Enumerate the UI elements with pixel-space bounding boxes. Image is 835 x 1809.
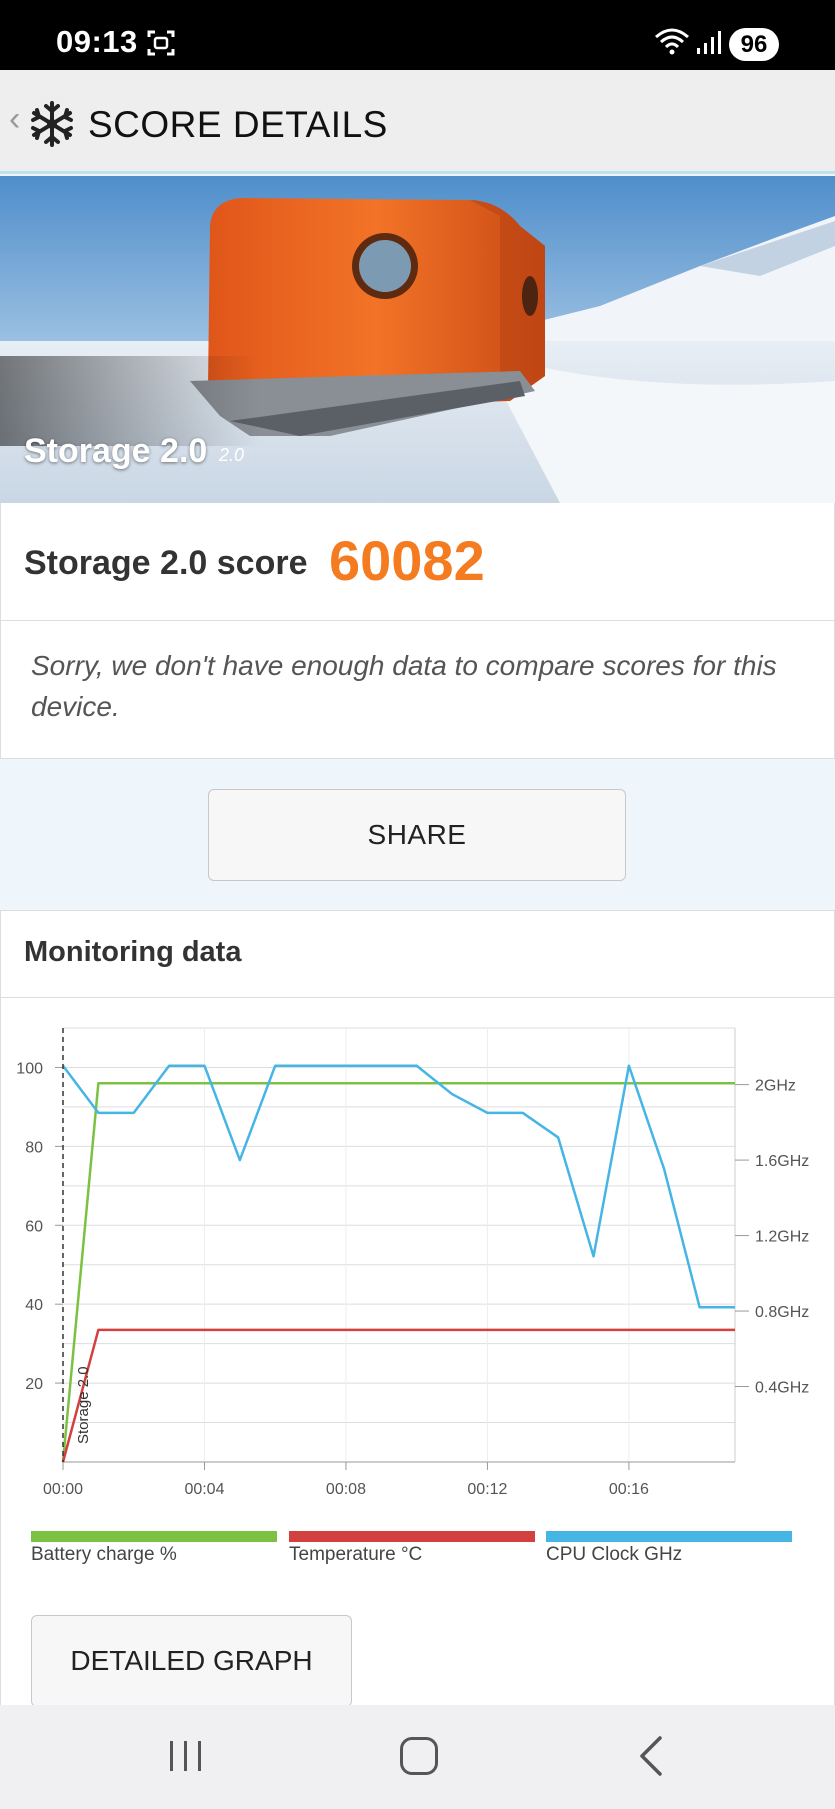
series-line — [61, 1081, 735, 1463]
series-line — [61, 1064, 735, 1309]
wifi-icon — [655, 28, 689, 55]
x-tick-label: 00:12 — [467, 1481, 507, 1498]
status-bar: 09:13 96 — [0, 0, 835, 70]
y-right-tick-label: 1.2GHz — [755, 1229, 809, 1246]
y-right-tick-label: 2GHz — [755, 1078, 796, 1095]
y-left-tick-label: 80 — [25, 1139, 43, 1156]
signal-icon — [697, 31, 721, 54]
back-icon[interactable] — [636, 1735, 666, 1777]
series-line — [61, 1328, 735, 1463]
chart-grid — [62, 1027, 735, 1462]
detailed-graph-button[interactable]: DETAILED GRAPH — [31, 1615, 352, 1707]
home-icon[interactable] — [400, 1737, 438, 1775]
divider — [0, 997, 835, 998]
page-title: SCORE DETAILS — [88, 104, 388, 145]
y-right-tick-label: 0.4GHz — [755, 1380, 809, 1397]
y-right-tick-label: 1.6GHz — [755, 1153, 809, 1170]
y-left-tick-label: 60 — [25, 1218, 43, 1235]
y-right-tick-label: 0.8GHz — [755, 1304, 809, 1321]
legend-swatch — [546, 1531, 792, 1542]
x-tick-label: 00:16 — [609, 1481, 649, 1498]
legend-swatch — [289, 1531, 535, 1542]
y-left-tick-label: 20 — [25, 1376, 43, 1393]
y-left-tick-label: 40 — [25, 1297, 43, 1314]
benchmark-version: 2.0 — [219, 445, 245, 465]
y-left-tick-label: 100 — [16, 1060, 43, 1077]
monitoring-title: Monitoring data — [24, 936, 242, 968]
legend-label: Temperature °C — [289, 1544, 423, 1565]
score-value: 60082 — [329, 529, 485, 592]
legend-label: Battery charge % — [31, 1544, 177, 1565]
legend-label: CPU Clock GHz — [546, 1544, 683, 1565]
status-time: 09:13 — [56, 24, 138, 59]
battery-indicator: 96 — [729, 28, 779, 61]
snowflake-logo-icon[interactable] — [28, 100, 76, 148]
chart-axes — [63, 1028, 736, 1463]
x-tick-label: 00:08 — [326, 1481, 366, 1498]
recent-apps-icon[interactable] — [168, 1738, 204, 1774]
back-chevron-icon[interactable]: ‹ — [9, 102, 20, 136]
benchmark-name: Storage 2.0 — [24, 432, 208, 470]
x-tick-label: 00:00 — [43, 1481, 83, 1498]
x-tick-label: 00:04 — [184, 1481, 224, 1498]
start-marker-label: Storage 2.0 — [75, 1366, 92, 1444]
score-label: Storage 2.0 score — [24, 544, 308, 582]
chart-series — [61, 1064, 735, 1463]
legend-swatch — [31, 1531, 277, 1542]
monitoring-chart: 00:00 00:04 00:08 00:12 00:16 100 80 60 40 20 2GHz… — [16, 1027, 809, 1498]
share-button[interactable]: SHARE — [208, 789, 626, 881]
compare-message: Sorry, we don't have enough data to comp… — [31, 650, 777, 722]
chart-marker: Storage 2.0 — [62, 1028, 92, 1462]
screenshot-icon — [147, 30, 175, 56]
chart-ticks: 00:00 00:04 00:08 00:12 00:16 100 80 60 40 20 2GHz… — [16, 1060, 809, 1498]
